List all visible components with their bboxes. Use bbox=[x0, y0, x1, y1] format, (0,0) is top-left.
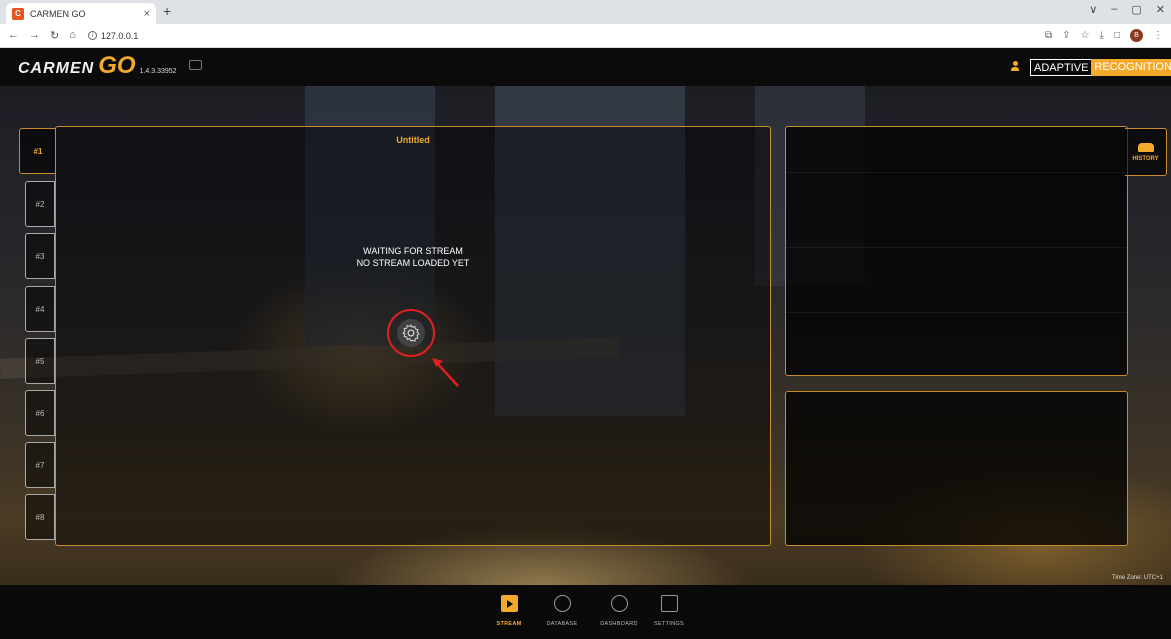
play-icon bbox=[500, 595, 518, 612]
menu-dots-icon[interactable]: ⋮ bbox=[1153, 30, 1163, 41]
app-background: CARMEN GO 1.4.3.33952 ADAPTIVE RECOGNITI… bbox=[0, 48, 1171, 639]
carmen-favicon-icon: C bbox=[12, 7, 24, 20]
tab-title: CARMEN GO bbox=[30, 8, 86, 19]
download-icon[interactable]: ⤓ bbox=[1100, 30, 1104, 41]
nav-settings[interactable]: SETTINGS bbox=[644, 595, 694, 627]
stream-status: WAITING FOR STREAM NO STREAM LOADED YET bbox=[356, 246, 470, 268]
database-icon bbox=[553, 595, 571, 612]
stream-title: Untitled bbox=[396, 135, 430, 145]
close-window-button[interactable]: ✕ bbox=[1156, 3, 1165, 16]
timezone-label: Time Zone: UTC+1 bbox=[1112, 575, 1163, 581]
detection-list-panel bbox=[785, 126, 1128, 376]
annotation-arrow bbox=[432, 358, 459, 387]
dashboard-gauge-icon bbox=[610, 595, 628, 612]
gear-icon bbox=[402, 324, 420, 342]
stream-tab-8[interactable]: #8 bbox=[25, 494, 55, 540]
site-info-icon[interactable]: i bbox=[87, 31, 97, 40]
user-icon[interactable] bbox=[1011, 61, 1019, 71]
car-icon bbox=[1137, 142, 1154, 152]
stream-tab-1[interactable]: #1 bbox=[19, 128, 56, 174]
stream-viewer-panel: Untitled WAITING FOR STREAM NO STREAM LO… bbox=[55, 126, 771, 546]
adaptive-recognition-logo: ADAPTIVE RECOGNITION bbox=[1030, 59, 1171, 76]
stream-tab-4[interactable]: #4 bbox=[25, 286, 55, 332]
forward-icon[interactable]: → bbox=[29, 29, 40, 42]
reload-icon[interactable]: ↻ bbox=[50, 29, 59, 42]
carmen-go-logo: CARMEN GO 1.4.3.33952 bbox=[18, 52, 177, 79]
back-icon[interactable]: ← bbox=[8, 29, 19, 42]
detection-detail-panel bbox=[785, 391, 1128, 546]
stream-tab-5[interactable]: #5 bbox=[25, 338, 55, 384]
bookmark-star-icon[interactable]: ☆ bbox=[1081, 30, 1090, 41]
new-tab-button[interactable]: + bbox=[163, 3, 171, 19]
history-button[interactable]: HISTORY bbox=[1125, 128, 1167, 176]
browser-tabstrip: C CARMEN GO × + ∨ – ▢ ✕ bbox=[0, 0, 1171, 24]
tab-close-icon[interactable]: × bbox=[144, 8, 150, 20]
stream-tab-7[interactable]: #7 bbox=[25, 442, 55, 488]
nav-stream[interactable]: STREAM bbox=[484, 595, 534, 627]
stream-tab-6[interactable]: #6 bbox=[25, 390, 55, 436]
maximize-button[interactable]: ▢ bbox=[1131, 3, 1141, 16]
app-header: CARMEN GO 1.4.3.33952 ADAPTIVE RECOGNITI… bbox=[0, 48, 1171, 86]
sliders-icon bbox=[660, 595, 678, 612]
profile-avatar[interactable]: B bbox=[1130, 29, 1143, 42]
bottom-navigation: STREAM DATABASE DASHBOARD SETTINGS bbox=[0, 585, 1171, 639]
stream-tab-2[interactable]: #2 bbox=[25, 181, 55, 227]
stream-tab-3[interactable]: #3 bbox=[25, 233, 55, 279]
stream-settings-button[interactable] bbox=[387, 309, 435, 357]
sidepanel-icon[interactable]: □ bbox=[1114, 30, 1120, 41]
translate-icon[interactable]: ⧉ bbox=[1045, 30, 1052, 41]
version-label: 1.4.3.33952 bbox=[139, 68, 177, 75]
share-icon[interactable]: ⇪ bbox=[1062, 30, 1070, 41]
home-icon[interactable]: ⌂ bbox=[69, 29, 76, 42]
browser-tab[interactable]: C CARMEN GO × bbox=[6, 3, 156, 24]
url-text: 127.0.0.1 bbox=[100, 30, 139, 41]
tab-search-icon[interactable]: ∨ bbox=[1089, 3, 1097, 16]
nav-dashboard[interactable]: DASHBOARD bbox=[594, 595, 644, 627]
address-bar: ← → ↻ ⌂ i 127.0.0.1 ⧉ ⇪ ☆ ⤓ □ B ⋮ bbox=[0, 24, 1171, 48]
nav-database[interactable]: DATABASE bbox=[537, 595, 587, 627]
url-field[interactable]: i 127.0.0.1 bbox=[87, 30, 139, 41]
minimize-button[interactable]: – bbox=[1111, 3, 1117, 16]
window-controls: ∨ – ▢ ✕ bbox=[1089, 3, 1165, 16]
feedback-chat-icon[interactable] bbox=[189, 60, 202, 70]
